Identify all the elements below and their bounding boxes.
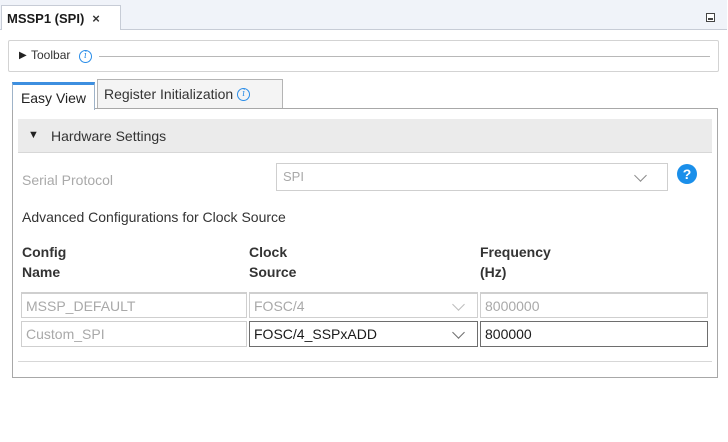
- column-header-config-name: Config Name: [22, 242, 66, 282]
- collapse-arrow-icon[interactable]: ▼: [28, 129, 39, 141]
- frequency-field: 8000000: [480, 292, 708, 318]
- minimize-icon[interactable]: [706, 13, 715, 22]
- toolbar-label: Toolbar: [31, 48, 71, 62]
- tab-title: MSSP1 (SPI): [7, 10, 85, 26]
- editor-tab-bar: MSSP1 (SPI) ×: [0, 0, 727, 30]
- close-icon[interactable]: ×: [92, 11, 100, 26]
- info-icon[interactable]: i: [79, 50, 92, 63]
- config-name-cell: Custom_SPI: [21, 321, 247, 347]
- toolbar-section[interactable]: ▶ Toolbar i: [8, 40, 719, 72]
- info-icon[interactable]: i: [237, 87, 251, 101]
- select-value: FOSC/4: [254, 298, 305, 314]
- clock-source-select: FOSC/4: [249, 292, 478, 318]
- divider: [18, 361, 712, 362]
- tab-register-initialization[interactable]: Register Initialization i: [97, 79, 283, 108]
- config-name-cell: MSSP_DEFAULT: [21, 292, 247, 318]
- chevron-down-icon: [634, 169, 647, 182]
- header-line: Source: [249, 264, 297, 280]
- header-line: Clock: [249, 244, 288, 260]
- tab-label: Easy View: [20, 89, 87, 106]
- section-title: Hardware Settings: [51, 128, 167, 144]
- tab-mssp1-spi[interactable]: MSSP1 (SPI) ×: [1, 5, 121, 30]
- advanced-config-title: Advanced Configurations for Clock Source: [22, 209, 286, 225]
- header-line: (Hz): [480, 264, 507, 280]
- easy-view-panel: ▼ Hardware Settings Serial Protocol SPI …: [12, 108, 718, 378]
- serial-protocol-label: Serial Protocol: [22, 172, 114, 188]
- header-line: Name: [22, 264, 61, 280]
- divider: [99, 56, 710, 57]
- select-value: SPI: [283, 169, 304, 184]
- header-line: Config: [22, 244, 67, 260]
- chevron-down-icon[interactable]: [452, 326, 465, 339]
- clock-source-select[interactable]: FOSC/4_SSPxADD: [249, 321, 478, 347]
- column-header-frequency: Frequency (Hz): [480, 242, 551, 282]
- help-icon[interactable]: ?: [677, 164, 697, 184]
- header-line: Frequency: [480, 244, 551, 260]
- serial-protocol-select: SPI: [276, 163, 668, 191]
- frequency-field[interactable]: 800000: [480, 321, 708, 347]
- tab-label: Register Initialization: [104, 86, 234, 102]
- hardware-settings-header[interactable]: ▼ Hardware Settings: [18, 119, 712, 153]
- expand-arrow-icon[interactable]: ▶: [19, 50, 27, 61]
- select-value: FOSC/4_SSPxADD: [254, 326, 377, 342]
- tab-easy-view[interactable]: Easy View: [12, 82, 95, 110]
- chevron-down-icon: [452, 298, 465, 311]
- column-header-clock-source: Clock Source: [249, 242, 296, 282]
